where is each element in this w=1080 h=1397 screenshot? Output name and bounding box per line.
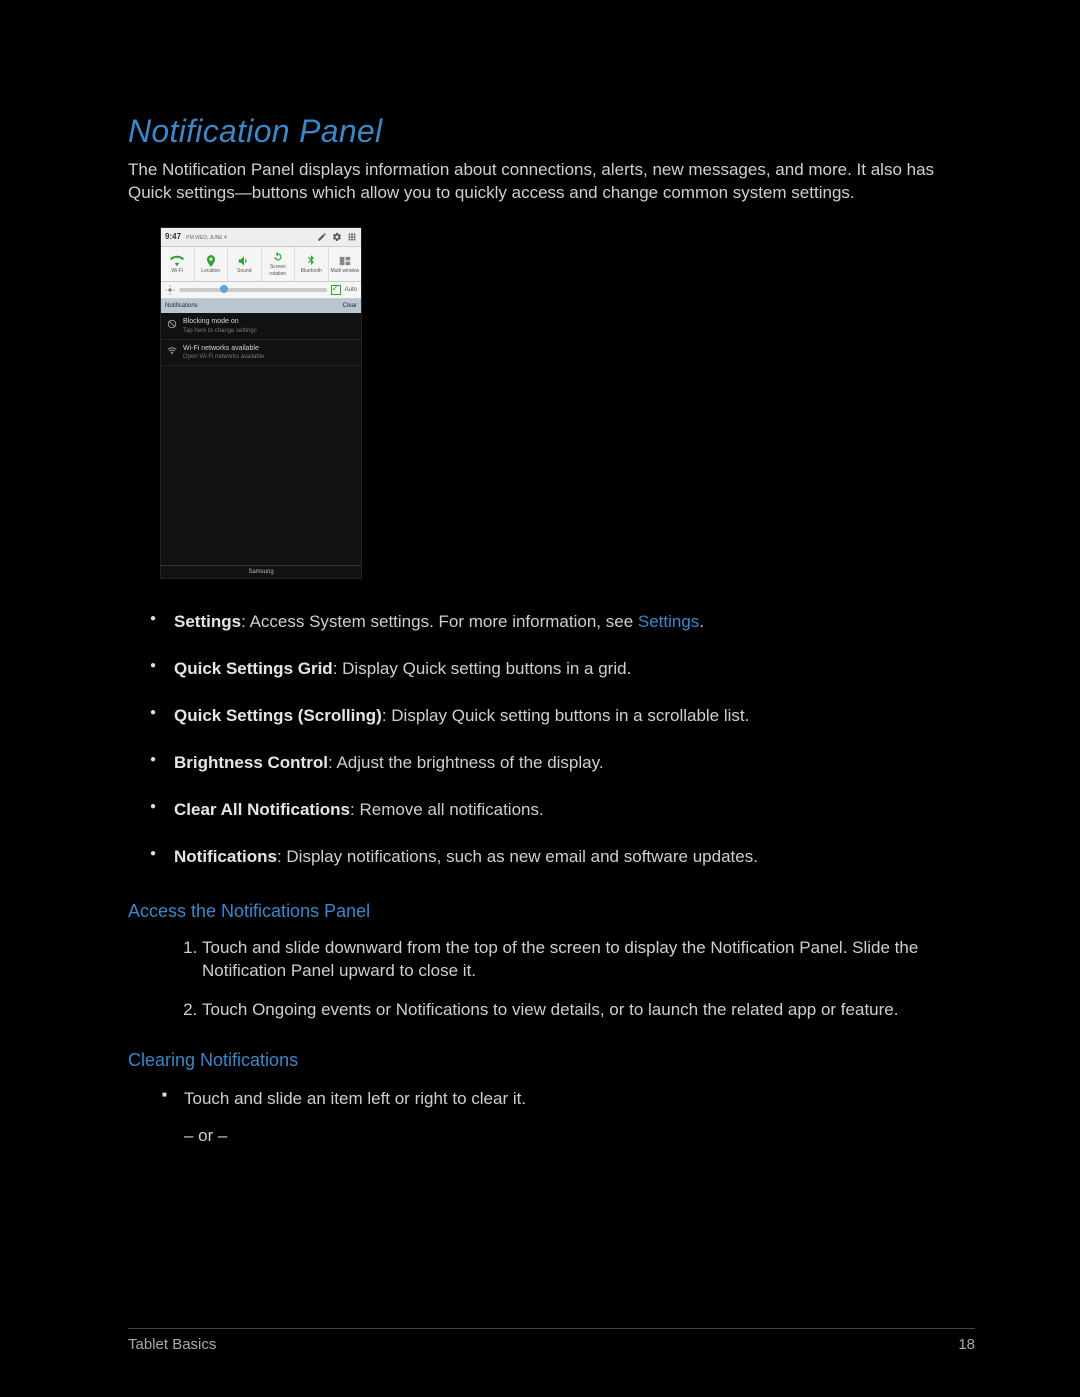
qs-label: Screen rotation <box>262 264 295 278</box>
term: Quick Settings (Scrolling) <box>174 706 382 725</box>
term: Settings <box>174 612 241 631</box>
panel-top-icons <box>317 232 357 242</box>
desc: : Display Quick setting buttons in a gri… <box>333 659 632 678</box>
page-footer: Tablet Basics 18 <box>128 1328 975 1355</box>
list-item: Quick Settings Grid: Display Quick setti… <box>174 646 975 693</box>
subheading-access: Access the Notifications Panel <box>128 899 975 923</box>
notif-title: Wi-Fi networks available <box>183 344 264 353</box>
desc: : Display notifications, such as new ema… <box>277 847 758 866</box>
sound-icon <box>237 254 251 268</box>
clearing-text: Touch and slide an item left or right to… <box>184 1089 526 1108</box>
notif-subtitle: Open Wi-Fi networks available <box>183 353 264 361</box>
rotation-icon <box>271 250 285 264</box>
slider-thumb <box>220 285 228 293</box>
term: Clear All Notifications <box>174 800 350 819</box>
panel-status-bar: 9:47 PM WED, JUNE 4 <box>161 228 361 247</box>
qs-label: Location <box>201 268 220 275</box>
qs-rotation: Screen rotation <box>262 247 296 281</box>
subheading-clearing: Clearing Notifications <box>128 1048 975 1072</box>
blocking-icon <box>167 319 177 329</box>
desc: : Access System settings. For more infor… <box>241 612 638 631</box>
settings-link[interactable]: Settings <box>638 612 699 631</box>
list-item: Clear All Notifications: Remove all noti… <box>174 787 975 834</box>
list-item: Settings: Access System settings. For mo… <box>174 599 975 646</box>
wifi-outline-icon <box>167 346 177 356</box>
qs-wifi: Wi-Fi <box>161 247 195 281</box>
access-steps: Touch and slide downward from the top of… <box>128 929 975 1030</box>
quick-settings-row: Wi-Fi Location Sound Screen rotation Blu… <box>161 247 361 282</box>
term: Quick Settings Grid <box>174 659 333 678</box>
footer-page-number: 18 <box>958 1335 975 1355</box>
brightness-slider <box>179 288 327 292</box>
location-icon <box>204 254 218 268</box>
desc: : Display Quick setting buttons in a scr… <box>382 706 750 725</box>
desc: : Adjust the brightness of the display. <box>328 753 604 772</box>
bluetooth-icon <box>304 254 318 268</box>
footer-section: Tablet Basics <box>128 1335 216 1355</box>
notifications-header-label: Notifications <box>165 302 198 310</box>
term: Notifications <box>174 847 277 866</box>
qs-label: Wi-Fi <box>171 268 183 275</box>
brightness-row: Auto <box>161 282 361 299</box>
feature-list: Settings: Access System settings. For mo… <box>128 599 975 881</box>
clearing-list: Touch and slide an item left or right to… <box>128 1078 975 1158</box>
notif-subtitle: Tap here to change settings <box>183 327 257 335</box>
panel-brand: Samsung <box>161 565 361 576</box>
list-item: Touch and slide an item left or right to… <box>184 1078 975 1158</box>
clear-label: Clear <box>343 302 357 310</box>
brightness-icon <box>165 285 175 295</box>
term: Brightness Control <box>174 753 328 772</box>
notification-item: Blocking mode on Tap here to change sett… <box>161 313 361 340</box>
qs-label: Multi window <box>330 268 359 275</box>
auto-checkbox <box>331 285 341 295</box>
list-item: Notifications: Display notifications, su… <box>174 834 975 881</box>
panel-clock-suffix: PM WED, JUNE 4 <box>186 235 227 241</box>
step-item: Touch Ongoing events or Notifications to… <box>202 991 975 1030</box>
list-item: Quick Settings (Scrolling): Display Quic… <box>174 693 975 740</box>
qs-label: Bluetooth <box>301 268 322 275</box>
grid-icon <box>347 232 357 242</box>
qs-bluetooth: Bluetooth <box>295 247 329 281</box>
list-item: Brightness Control: Adjust the brightnes… <box>174 740 975 787</box>
wifi-icon <box>170 254 184 268</box>
or-line: – or – <box>184 1125 975 1148</box>
notifications-header: Notifications Clear <box>161 299 361 313</box>
qs-label: Sound <box>237 268 251 275</box>
qs-location: Location <box>195 247 229 281</box>
tail: . <box>699 612 704 631</box>
qs-sound: Sound <box>228 247 262 281</box>
step-item: Touch and slide downward from the top of… <box>202 929 975 991</box>
page-title: Notification Panel <box>128 110 975 153</box>
auto-label: Auto <box>345 286 357 294</box>
notification-panel-figure: 9:47 PM WED, JUNE 4 Wi-Fi Location Sound <box>160 227 362 579</box>
document-page: Notification Panel The Notification Pane… <box>0 0 1080 1397</box>
gear-icon <box>332 232 342 242</box>
qs-multiwindow: Multi window <box>329 247 362 281</box>
notif-title: Blocking mode on <box>183 317 257 326</box>
notification-item: Wi-Fi networks available Open Wi-Fi netw… <box>161 340 361 367</box>
edit-icon <box>317 232 327 242</box>
desc: : Remove all notifications. <box>350 800 544 819</box>
multiwindow-icon <box>338 254 352 268</box>
intro-paragraph: The Notification Panel displays informat… <box>128 159 975 205</box>
panel-clock: 9:47 <box>165 232 181 241</box>
